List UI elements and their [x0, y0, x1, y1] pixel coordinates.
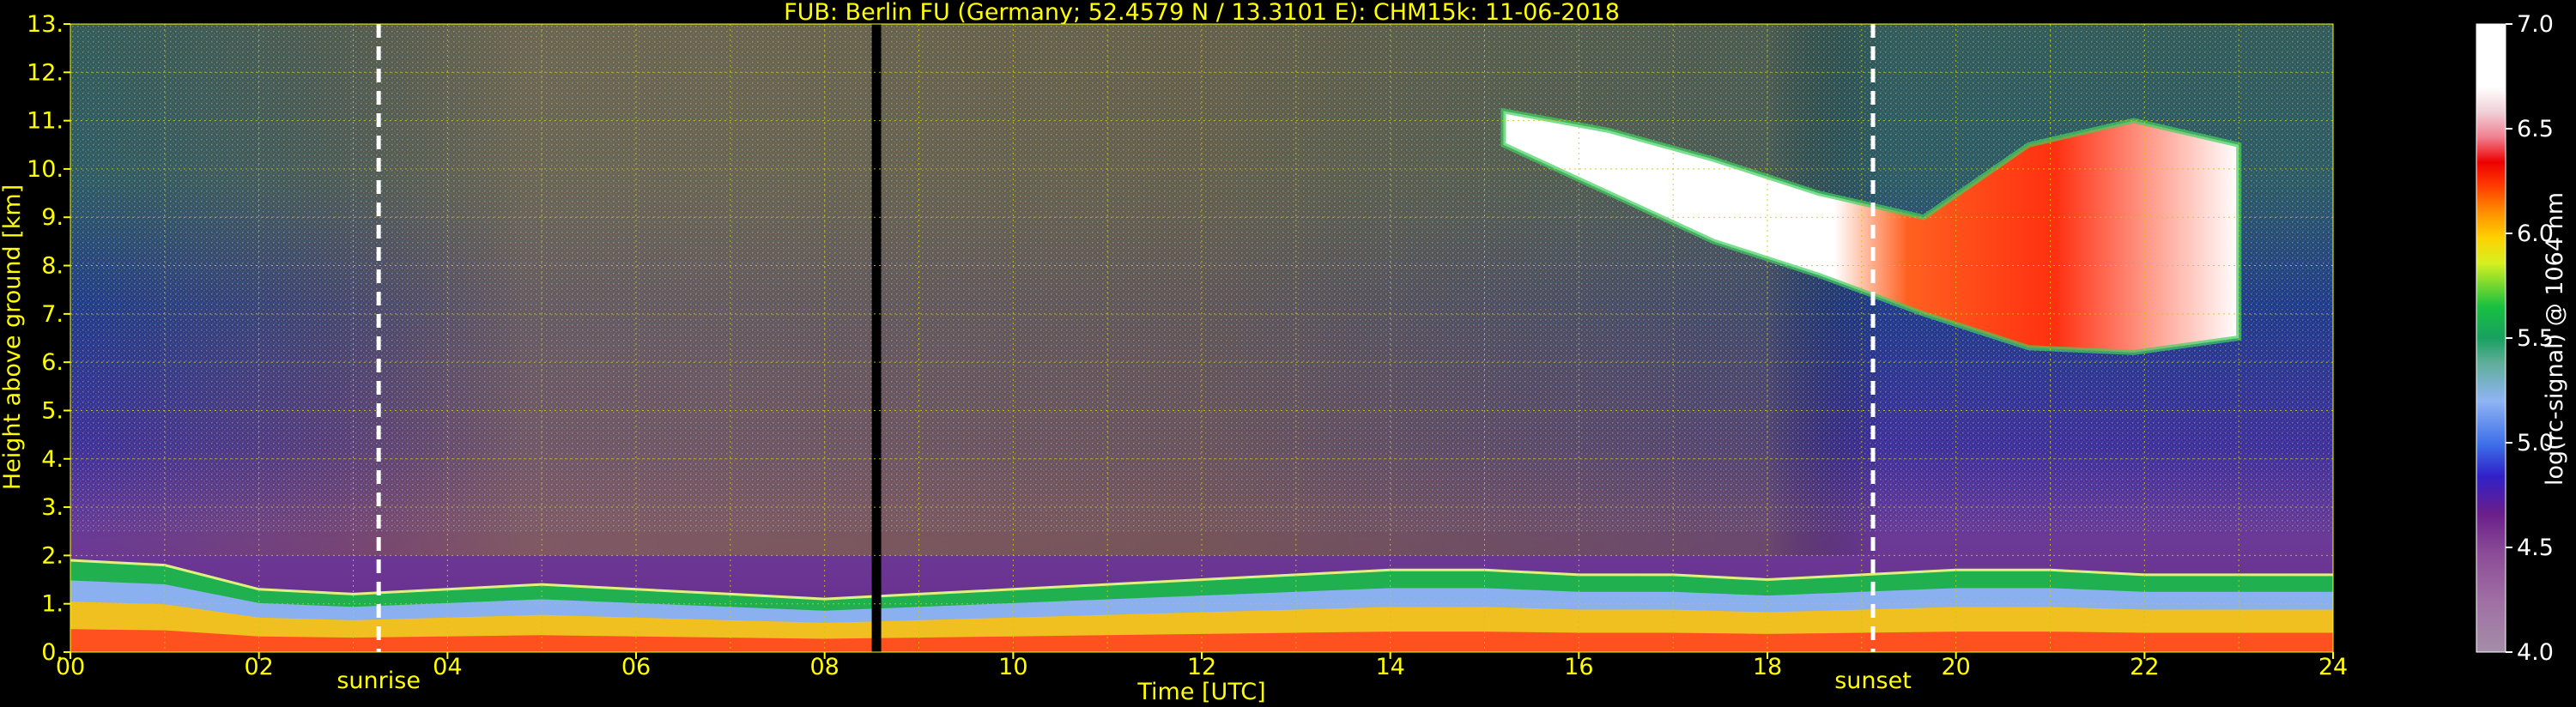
x-tick-label: 04 [433, 654, 462, 680]
colorbar-gradient [2476, 24, 2506, 652]
y-tick-label: 5. [41, 397, 64, 424]
y-tick-label: 11. [27, 108, 64, 135]
colorbar-tick-label: 4.5 [2517, 535, 2554, 561]
lidar-quicklook-figure: 00 02 04 06 08 10 12 14 16 18 20 22 24 0.1.2.3.4.5.6… [0, 0, 2568, 705]
y-tick-label: 4. [41, 446, 64, 473]
colorbar: 4.04.55.05.56.06.57.0 log(rc-signal) @ 1… [2476, 11, 2568, 666]
x-tick-label: 18 [1753, 654, 1782, 680]
x-tick-label: 10 [998, 654, 1027, 680]
y-tick-label: 0. [41, 639, 64, 666]
x-tick-label: 16 [1564, 654, 1593, 680]
y-tick-label: 8. [41, 253, 64, 280]
colorbar-label: log(rc-signal) @ 1064 nm [2542, 192, 2568, 486]
y-tick-label: 7. [41, 301, 64, 328]
annotations: sunrise sunset [336, 668, 1911, 694]
x-tick-label: 24 [2318, 654, 2348, 680]
x-tick-label: 22 [2130, 654, 2159, 680]
colorbar-tick-label: 7.0 [2517, 11, 2554, 38]
annotation-label: sunset [1834, 668, 1912, 694]
x-tick-label: 06 [621, 654, 651, 680]
colorbar-tick-label: 6.5 [2517, 116, 2554, 142]
y-tick-label: 3. [41, 494, 64, 521]
y-tick-label: 1. [41, 591, 64, 618]
x-tick-label: 14 [1375, 654, 1404, 680]
chart-title: FUB: Berlin FU (Germany; 52.4579 N / 13.… [784, 0, 1620, 26]
x-tick-label: 02 [244, 654, 273, 680]
x-tick-label: 08 [809, 654, 839, 680]
y-tick-label: 2. [41, 542, 64, 569]
y-axis-label: Height above ground [km] [0, 184, 26, 490]
y-tick-labels: 0. 1. 2. 3. 4. 5. 6. 7. 8. 9. 10. 11. 12. 13. [27, 11, 70, 666]
y-tick-label: 13. [27, 11, 64, 38]
y-tick-label: 9. [41, 204, 64, 231]
x-tick-label: 20 [1941, 654, 1970, 680]
x-axis-label: Time [UTC] [1136, 679, 1265, 705]
annotation-label: sunrise [336, 668, 421, 694]
colorbar-tick-label: 4.0 [2517, 639, 2554, 666]
missing-data-gap [871, 24, 882, 652]
y-tick-label: 10. [27, 156, 64, 183]
y-tick-label: 6. [41, 349, 64, 376]
y-tick-label: 12. [27, 59, 64, 86]
x-tick-label: 12 [1187, 654, 1216, 680]
